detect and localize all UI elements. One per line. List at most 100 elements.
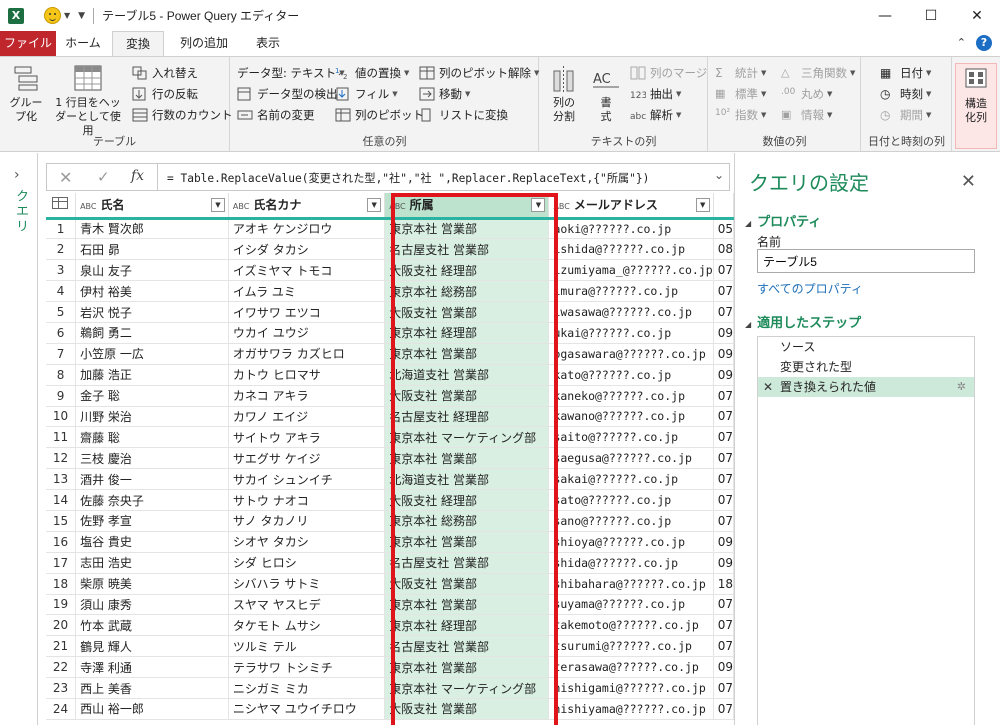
cell-kana[interactable]: サエグサ ケイジ — [228, 447, 386, 470]
cell-kana[interactable]: サカイ シュンイチ — [228, 468, 386, 491]
duration-dropdown[interactable]: ◷ 期間 ▼ — [880, 105, 931, 125]
row-number[interactable]: 23 — [46, 677, 77, 699]
cell-next[interactable]: 07 — [713, 447, 734, 470]
cell-kana[interactable]: イワサワ エツコ — [228, 301, 386, 323]
row-number[interactable]: 5 — [46, 301, 77, 323]
filter-dropdown-icon[interactable]: ▼ — [210, 198, 225, 212]
replace-values-button[interactable]: 12 値の置換 ▼ — [335, 63, 409, 83]
tab-home[interactable]: ホーム — [57, 31, 109, 56]
tab-add-column[interactable]: 列の追加 — [168, 31, 240, 56]
cell-kana[interactable]: サイトウ アキラ — [228, 426, 386, 449]
cell-next[interactable]: 07 — [713, 489, 734, 511]
cell-department[interactable]: 大阪支社 営業部 — [384, 698, 550, 720]
cell-name[interactable]: 青木 賢次郎 — [75, 218, 229, 240]
cell-name[interactable]: 志田 浩史 — [75, 552, 229, 574]
transpose-button[interactable]: 入れ替え — [132, 63, 198, 83]
cell-kana[interactable]: シダ ヒロシ — [228, 552, 386, 574]
cell-department[interactable]: 東京本社 営業部 — [384, 218, 550, 240]
cell-next[interactable]: 07 — [713, 280, 734, 303]
cell-email[interactable]: kato@??????.co.jp — [548, 364, 714, 386]
statistics-dropdown[interactable]: Σ 統計 ▼ — [715, 63, 766, 83]
step-changed-type[interactable]: 変更された型 — [758, 357, 974, 377]
cell-next[interactable]: 09 — [713, 322, 734, 344]
row-number[interactable]: 19 — [46, 594, 77, 616]
cell-department[interactable]: 東京本社 営業部 — [384, 531, 550, 553]
cell-next[interactable]: 07 — [713, 677, 734, 699]
applied-steps-heading[interactable]: ◢ 適用したステップ — [745, 312, 861, 331]
cell-name[interactable]: 川野 栄治 — [75, 406, 229, 428]
filter-dropdown-icon[interactable]: ▼ — [531, 198, 546, 212]
row-number[interactable]: 20 — [46, 614, 77, 637]
cell-name[interactable]: 酒井 俊一 — [75, 468, 229, 491]
row-number[interactable]: 12 — [46, 447, 77, 470]
confirm-formula-icon[interactable]: ✓ — [97, 168, 110, 186]
cell-department[interactable]: 名古屋支社 営業部 — [384, 238, 550, 261]
standard-dropdown[interactable]: ▦ 標準 ▼ — [715, 84, 766, 104]
cell-department[interactable]: 東京本社 営業部 — [384, 594, 550, 616]
rounding-dropdown[interactable]: .00 丸め ▼ — [781, 84, 832, 104]
cell-next[interactable]: 09 — [713, 552, 734, 574]
row-number[interactable]: 15 — [46, 510, 77, 532]
parse-dropdown[interactable]: abc 解析 ▼ — [630, 105, 681, 125]
cell-next[interactable]: 09 — [713, 656, 734, 679]
step-replaced-value[interactable]: ✕ 置き換えられた値 ✲ — [758, 377, 974, 397]
cell-email[interactable]: ukai@??????.co.jp — [548, 322, 714, 344]
cell-kana[interactable]: テラサワ トシミチ — [228, 656, 386, 679]
collapse-ribbon-icon[interactable]: ⌃ — [957, 36, 966, 49]
cell-department[interactable]: 大阪支社 経理部 — [384, 259, 550, 282]
move-dropdown[interactable]: 移動 ▼ — [419, 84, 470, 104]
cell-next[interactable]: 07 — [713, 698, 734, 720]
row-number[interactable]: 24 — [46, 698, 77, 720]
reverse-rows-button[interactable]: 行の反転 — [132, 84, 198, 104]
count-rows-button[interactable]: 行数のカウント — [132, 105, 233, 125]
table-menu-cell[interactable] — [46, 193, 77, 220]
row-number[interactable]: 1 — [46, 218, 77, 240]
row-number[interactable]: 13 — [46, 468, 77, 491]
cell-kana[interactable]: サトウ ナオコ — [228, 489, 386, 511]
close-button[interactable]: ✕ — [954, 0, 1000, 31]
split-column-button[interactable]: 列の 分割 — [544, 63, 584, 124]
cell-name[interactable]: 塩谷 貴史 — [75, 531, 229, 553]
cell-department[interactable]: 北海道支社 営業部 — [384, 468, 550, 491]
cell-next[interactable]: 07 — [713, 468, 734, 491]
row-number[interactable]: 2 — [46, 238, 77, 261]
cell-name[interactable]: 小笠原 一広 — [75, 343, 229, 365]
row-number[interactable]: 17 — [46, 552, 77, 574]
cell-name[interactable]: 柴原 暁美 — [75, 573, 229, 595]
cell-email[interactable]: iwasawa@??????.co.jp — [548, 301, 714, 323]
row-number[interactable]: 3 — [46, 259, 77, 282]
cell-name[interactable]: 西山 裕一郎 — [75, 698, 229, 720]
cell-email[interactable]: nishigami@??????.co.jp — [548, 677, 714, 699]
cell-next[interactable]: 09 — [713, 531, 734, 553]
cell-department[interactable]: 大阪支社 営業部 — [384, 385, 550, 407]
cell-name[interactable]: 佐野 孝宣 — [75, 510, 229, 532]
row-number[interactable]: 9 — [46, 385, 77, 407]
cell-next[interactable]: 18 — [713, 573, 734, 595]
cell-next[interactable]: 07 — [713, 301, 734, 323]
information-dropdown[interactable]: ▣ 情報 ▼ — [781, 105, 832, 125]
cell-email[interactable]: tsurumi@??????.co.jp — [548, 635, 714, 658]
cell-email[interactable]: sano@??????.co.jp — [548, 510, 714, 532]
unpivot-columns-button[interactable]: 列のピボット解除 ▼ — [419, 63, 539, 83]
format-button[interactable]: AC 書 式 — [588, 63, 624, 124]
row-number[interactable]: 16 — [46, 531, 77, 553]
cell-name[interactable]: 西上 美香 — [75, 677, 229, 699]
cell-kana[interactable]: ニシヤマ ユウイチロウ — [228, 698, 386, 720]
group-by-button[interactable]: グルー プ化 — [6, 63, 46, 124]
cell-email[interactable]: shida@??????.co.jp — [548, 552, 714, 574]
chevron-down-icon[interactable]: ▼ — [64, 11, 70, 20]
cell-name[interactable]: 須山 康秀 — [75, 594, 229, 616]
cell-next[interactable]: 08 — [713, 238, 734, 261]
cell-email[interactable]: sato@??????.co.jp — [548, 489, 714, 511]
quick-access-customize-icon[interactable]: ▼ — [78, 11, 85, 21]
cell-department[interactable]: 東京本社 経理部 — [384, 614, 550, 637]
expand-chevron-icon[interactable]: › — [14, 167, 20, 183]
cell-name[interactable]: 金子 聡 — [75, 385, 229, 407]
gear-icon[interactable]: ✲ — [957, 377, 966, 397]
row-number[interactable]: 21 — [46, 635, 77, 658]
cell-next[interactable]: 09 — [713, 343, 734, 365]
row-number[interactable]: 6 — [46, 322, 77, 344]
cell-email[interactable]: shioya@??????.co.jp — [548, 531, 714, 553]
cell-kana[interactable]: イムラ ユミ — [228, 280, 386, 303]
time-dropdown[interactable]: ◷ 時刻 ▼ — [880, 84, 931, 104]
